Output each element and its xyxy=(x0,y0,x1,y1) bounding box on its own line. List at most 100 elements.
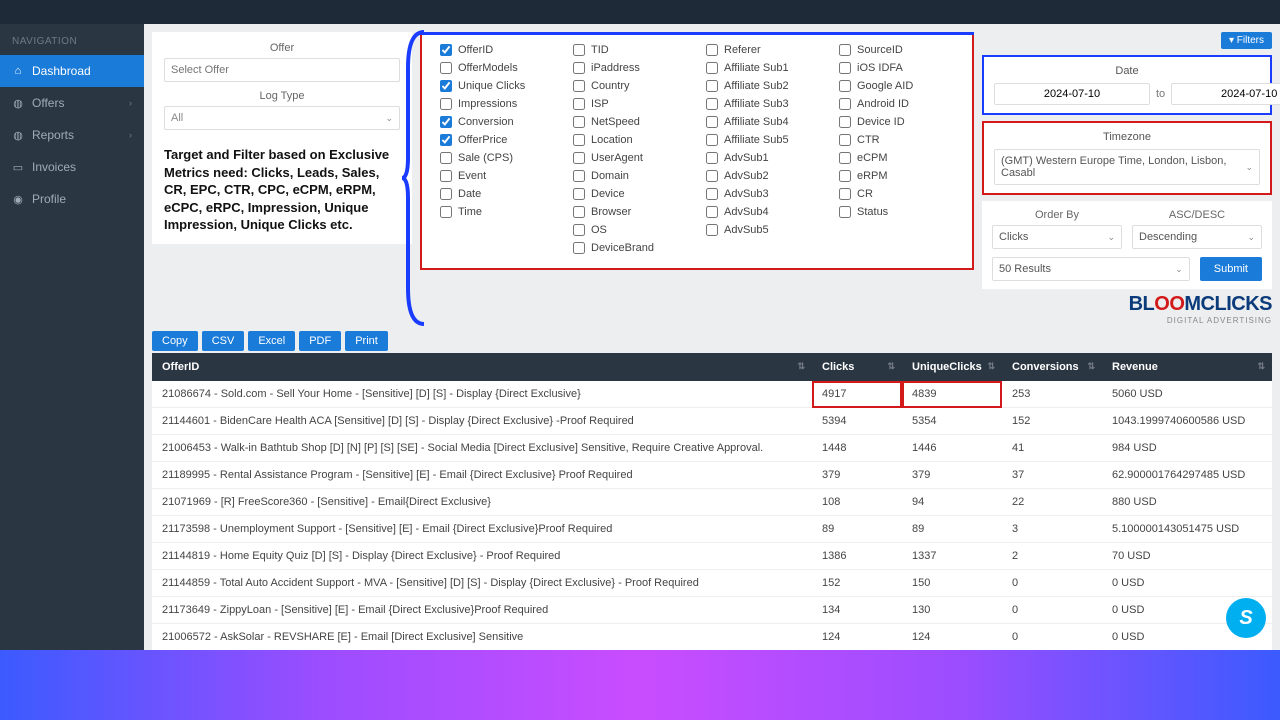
nav-item-reports[interactable]: ◍Reports› xyxy=(0,119,144,151)
checkbox[interactable] xyxy=(839,98,851,110)
export-csv[interactable]: CSV xyxy=(202,331,245,351)
metric-country[interactable]: Country xyxy=(573,80,688,92)
checkbox[interactable] xyxy=(839,62,851,74)
metric-event[interactable]: Event xyxy=(440,170,555,182)
table-row[interactable]: 21144859 - Total Auto Accident Support -… xyxy=(152,570,1272,597)
checkbox[interactable] xyxy=(440,80,452,92)
filters-button[interactable]: ▾ Filters xyxy=(1221,32,1272,49)
metric-time[interactable]: Time xyxy=(440,206,555,218)
metric-status[interactable]: Status xyxy=(839,206,954,218)
checkbox[interactable] xyxy=(706,62,718,74)
metric-android-id[interactable]: Android ID xyxy=(839,98,954,110)
checkbox[interactable] xyxy=(440,206,452,218)
col-clicks[interactable]: Clicks⇅ xyxy=(812,353,902,381)
pagesize-select[interactable]: 50 Results⌄ xyxy=(992,257,1190,281)
metric-affiliate-sub2[interactable]: Affiliate Sub2 xyxy=(706,80,821,92)
skype-icon[interactable]: S xyxy=(1226,598,1266,638)
checkbox[interactable] xyxy=(706,224,718,236)
metric-affiliate-sub1[interactable]: Affiliate Sub1 xyxy=(706,62,821,74)
table-row[interactable]: 21173598 - Unemployment Support - [Sensi… xyxy=(152,516,1272,543)
checkbox[interactable] xyxy=(839,170,851,182)
ascdesc-select[interactable]: Descending⌄ xyxy=(1132,225,1262,249)
metric-os[interactable]: OS xyxy=(573,224,688,236)
checkbox[interactable] xyxy=(440,62,452,74)
metric-affiliate-sub4[interactable]: Affiliate Sub4 xyxy=(706,116,821,128)
table-row[interactable]: 21144601 - BidenCare Health ACA [Sensiti… xyxy=(152,408,1272,435)
checkbox[interactable] xyxy=(706,170,718,182)
orderby-select[interactable]: Clicks⌄ xyxy=(992,225,1122,249)
checkbox[interactable] xyxy=(573,242,585,254)
metric-impressions[interactable]: Impressions xyxy=(440,98,555,110)
checkbox[interactable] xyxy=(440,116,452,128)
table-row[interactable]: 21006453 - Walk-in Bathtub Shop [D] [N] … xyxy=(152,435,1272,462)
metric-erpm[interactable]: eRPM xyxy=(839,170,954,182)
submit-button[interactable]: Submit xyxy=(1200,257,1262,281)
checkbox[interactable] xyxy=(839,188,851,200)
checkbox[interactable] xyxy=(706,80,718,92)
checkbox[interactable] xyxy=(440,134,452,146)
export-excel[interactable]: Excel xyxy=(248,331,295,351)
metric-domain[interactable]: Domain xyxy=(573,170,688,182)
checkbox[interactable] xyxy=(573,62,585,74)
checkbox[interactable] xyxy=(706,152,718,164)
checkbox[interactable] xyxy=(706,116,718,128)
metric-location[interactable]: Location xyxy=(573,134,688,146)
metric-advsub1[interactable]: AdvSub1 xyxy=(706,152,821,164)
logtype-select[interactable]: All⌄ xyxy=(164,106,400,130)
checkbox[interactable] xyxy=(440,188,452,200)
checkbox[interactable] xyxy=(706,98,718,110)
checkbox[interactable] xyxy=(706,44,718,56)
metric-ipaddress[interactable]: iPaddress xyxy=(573,62,688,74)
checkbox[interactable] xyxy=(573,116,585,128)
checkbox[interactable] xyxy=(706,134,718,146)
export-copy[interactable]: Copy xyxy=(152,331,198,351)
metric-advsub5[interactable]: AdvSub5 xyxy=(706,224,821,236)
metric-isp[interactable]: ISP xyxy=(573,98,688,110)
col-uniqueclicks[interactable]: UniqueClicks⇅ xyxy=(902,353,1002,381)
date-to-input[interactable] xyxy=(1171,83,1280,105)
metric-offermodels[interactable]: OfferModels xyxy=(440,62,555,74)
table-row[interactable]: 21071969 - [R] FreeScore360 - [Sensitive… xyxy=(152,489,1272,516)
metric-conversion[interactable]: Conversion xyxy=(440,116,555,128)
table-row[interactable]: 21173649 - ZippyLoan - [Sensitive] [E] -… xyxy=(152,597,1272,624)
checkbox[interactable] xyxy=(573,224,585,236)
checkbox[interactable] xyxy=(839,116,851,128)
metric-ios-idfa[interactable]: iOS IDFA xyxy=(839,62,954,74)
checkbox[interactable] xyxy=(839,44,851,56)
table-row[interactable]: 21086674 - Sold.com - Sell Your Home - [… xyxy=(152,381,1272,408)
checkbox[interactable] xyxy=(573,98,585,110)
checkbox[interactable] xyxy=(573,80,585,92)
checkbox[interactable] xyxy=(839,206,851,218)
metric-cr[interactable]: CR xyxy=(839,188,954,200)
col-revenue[interactable]: Revenue⇅ xyxy=(1102,353,1272,381)
metric-referer[interactable]: Referer xyxy=(706,44,821,56)
metric-device[interactable]: Device xyxy=(573,188,688,200)
checkbox[interactable] xyxy=(706,188,718,200)
table-row[interactable]: 21144819 - Home Equity Quiz [D] [S] - Di… xyxy=(152,543,1272,570)
metric-affiliate-sub3[interactable]: Affiliate Sub3 xyxy=(706,98,821,110)
checkbox[interactable] xyxy=(706,206,718,218)
metric-tid[interactable]: TID xyxy=(573,44,688,56)
metric-date[interactable]: Date xyxy=(440,188,555,200)
checkbox[interactable] xyxy=(440,170,452,182)
checkbox[interactable] xyxy=(839,152,851,164)
checkbox[interactable] xyxy=(839,80,851,92)
date-from-input[interactable] xyxy=(994,83,1150,105)
metric-ecpm[interactable]: eCPM xyxy=(839,152,954,164)
checkbox[interactable] xyxy=(839,134,851,146)
export-pdf[interactable]: PDF xyxy=(299,331,341,351)
nav-item-offers[interactable]: ◍Offers› xyxy=(0,87,144,119)
metric-devicebrand[interactable]: DeviceBrand xyxy=(573,242,688,254)
nav-item-invoices[interactable]: ▭Invoices xyxy=(0,151,144,183)
col-conversions[interactable]: Conversions⇅ xyxy=(1002,353,1102,381)
checkbox[interactable] xyxy=(573,152,585,164)
metric-useragent[interactable]: UserAgent xyxy=(573,152,688,164)
export-print[interactable]: Print xyxy=(345,331,388,351)
nav-item-dashbroad[interactable]: ⌂Dashbroad xyxy=(0,55,144,87)
checkbox[interactable] xyxy=(440,152,452,164)
col-offerid[interactable]: OfferID⇅ xyxy=(152,353,812,381)
metric-netspeed[interactable]: NetSpeed xyxy=(573,116,688,128)
metric-advsub4[interactable]: AdvSub4 xyxy=(706,206,821,218)
offer-input[interactable] xyxy=(164,58,400,82)
table-row[interactable]: 21006572 - AskSolar - REVSHARE [E] - Ema… xyxy=(152,624,1272,651)
